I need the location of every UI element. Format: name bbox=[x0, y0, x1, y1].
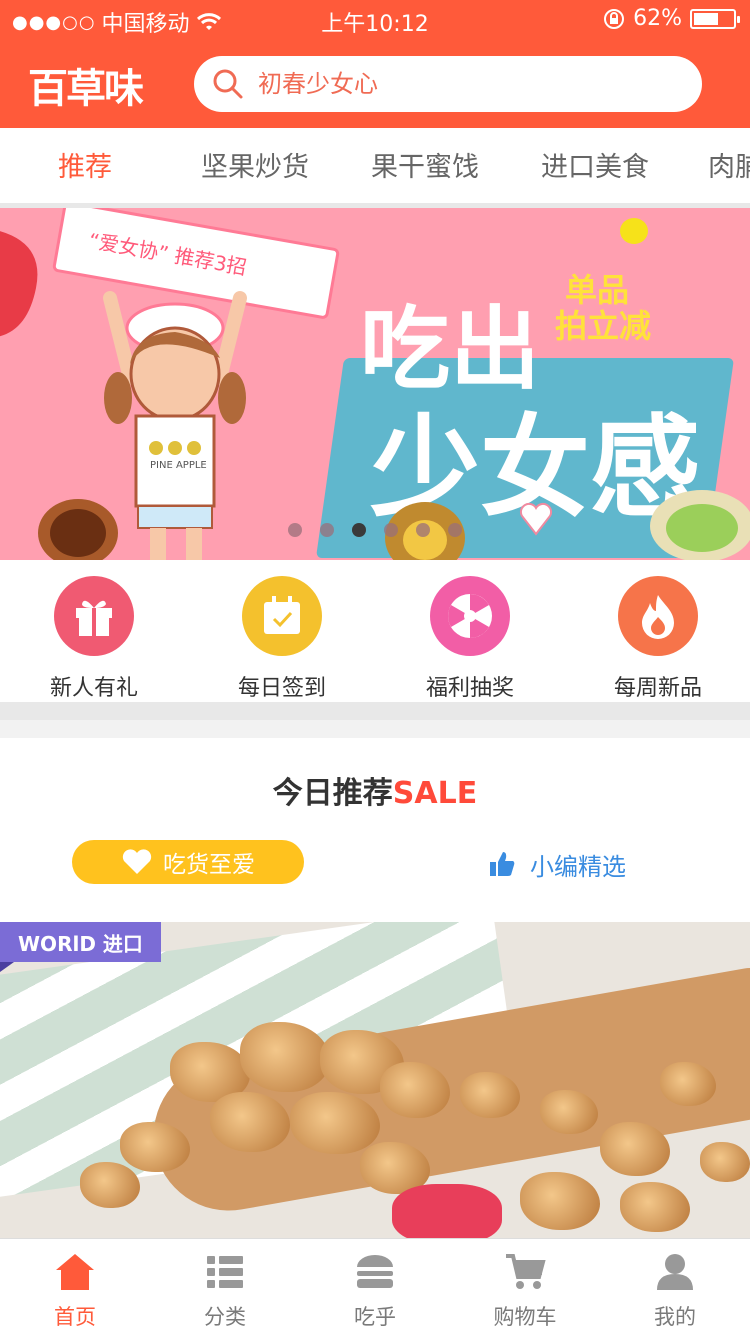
status-right: 62% bbox=[603, 6, 740, 31]
pistachio-illustration bbox=[650, 490, 750, 560]
heart-icon bbox=[122, 849, 152, 874]
tab-recommend[interactable]: 推荐 bbox=[0, 128, 170, 203]
tab-imported[interactable]: 进口美食 bbox=[510, 128, 680, 203]
quick-entry-label: 新人有礼 bbox=[49, 676, 138, 701]
section-title: 今日推荐SALE bbox=[0, 768, 750, 812]
home-icon bbox=[52, 1249, 98, 1295]
tabbar-label: 购物车 bbox=[493, 1305, 557, 1329]
tabbar-eat[interactable]: 吃乎 bbox=[300, 1239, 450, 1334]
quick-entry-daily-signin[interactable]: 每日签到 bbox=[188, 576, 376, 702]
tab-nuts[interactable]: 坚果炒货 bbox=[170, 128, 340, 203]
banner-promo-line1: 单品 bbox=[565, 271, 630, 309]
quick-entry-circle bbox=[618, 576, 698, 656]
granola-piece bbox=[540, 1090, 598, 1134]
brand-logo[interactable]: 百草味 bbox=[28, 56, 144, 114]
promo-banner[interactable]: “爱女协” 推荐3招 PINE APPLE 吃出 少女感 单品 拍立减 bbox=[0, 208, 750, 560]
burger-icon bbox=[352, 1249, 398, 1295]
banner-dot[interactable] bbox=[288, 523, 302, 537]
search-input[interactable] bbox=[258, 70, 678, 98]
banner-dot[interactable] bbox=[416, 523, 430, 537]
badge-corner bbox=[0, 962, 14, 972]
sale-label: SALE bbox=[392, 776, 478, 811]
quick-entry-label: 每周新品 bbox=[613, 676, 702, 701]
thumbs-up-icon bbox=[490, 852, 515, 876]
calendar-check-icon bbox=[264, 596, 300, 634]
today-recommend-section: 今日推荐SALE 吃货至爱 小编精选 bbox=[0, 738, 750, 922]
banner-dot[interactable] bbox=[320, 523, 334, 537]
tabbar-profile[interactable]: 我的 bbox=[600, 1239, 750, 1334]
banner-dot[interactable] bbox=[448, 523, 462, 537]
tab-jerky[interactable]: 肉脯 bbox=[680, 128, 750, 203]
tabbar-label: 吃乎 bbox=[354, 1305, 396, 1329]
quick-entry-circle bbox=[242, 576, 322, 656]
foodie-favorite-label: 吃货至爱 bbox=[163, 852, 255, 878]
banner-promo-line2: 拍立减 bbox=[555, 307, 652, 345]
rotation-lock-icon bbox=[604, 8, 625, 29]
quick-entry-lottery[interactable]: 福利抽奖 bbox=[376, 576, 564, 702]
granola-piece bbox=[520, 1172, 600, 1230]
quick-entry-label: 每日签到 bbox=[237, 676, 326, 701]
granola-piece bbox=[700, 1142, 750, 1182]
dried-strawberry-piece bbox=[392, 1184, 502, 1238]
quick-entry-row: 新人有礼 每日签到 福利抽奖 每周新品 bbox=[0, 560, 750, 720]
tab-dried-fruit[interactable]: 果干蜜饯 bbox=[340, 128, 510, 203]
tabbar-home[interactable]: 首页 bbox=[0, 1239, 150, 1334]
editor-pick-button[interactable]: 小编精选 bbox=[488, 846, 626, 882]
strawberry-illustration bbox=[0, 231, 38, 337]
tabbar-label: 首页 bbox=[54, 1305, 96, 1329]
banner-dot[interactable] bbox=[384, 523, 398, 537]
search-bar[interactable] bbox=[194, 56, 702, 112]
quick-entry-circle bbox=[54, 576, 134, 656]
tabbar-category[interactable]: 分类 bbox=[150, 1239, 300, 1334]
granola-piece bbox=[660, 1062, 716, 1106]
user-icon bbox=[652, 1249, 698, 1295]
product-card[interactable]: WORlD 进口 bbox=[0, 922, 750, 1238]
editor-pick-label: 小编精选 bbox=[530, 852, 626, 881]
banner-promo: 单品 拍立减 bbox=[555, 272, 651, 344]
tabbar-label: 分类 bbox=[204, 1305, 246, 1329]
quick-entry-weekly-new[interactable]: 每周新品 bbox=[564, 576, 750, 702]
category-list-icon bbox=[202, 1249, 248, 1295]
tabbar-label: 我的 bbox=[654, 1305, 696, 1329]
category-tabs: 推荐 坚果炒货 果干蜜饯 进口美食 肉脯 bbox=[0, 128, 750, 208]
quick-entry-circle bbox=[430, 576, 510, 656]
gift-icon bbox=[76, 600, 112, 636]
quick-entry-label: 福利抽奖 bbox=[425, 676, 514, 701]
battery-fill bbox=[694, 12, 718, 25]
import-badge: WORlD 进口 bbox=[0, 922, 161, 962]
foodie-favorite-button[interactable]: 吃货至爱 bbox=[72, 840, 304, 884]
top-header: 百草味 bbox=[0, 40, 750, 128]
cart-icon bbox=[502, 1249, 548, 1295]
shirt-text: PINE APPLE bbox=[150, 460, 207, 471]
status-bar: ●●●○○ 中国移动 上午10:12 62% bbox=[0, 0, 750, 40]
flame-icon bbox=[642, 595, 674, 639]
section-title-text: 今日推荐 bbox=[272, 776, 393, 811]
banner-pagination[interactable] bbox=[0, 522, 750, 541]
banner-dot[interactable] bbox=[352, 523, 366, 537]
bottom-tab-bar: 首页 分类 吃乎 购物车 我的 bbox=[0, 1238, 750, 1334]
battery-icon bbox=[690, 8, 740, 29]
quick-entry-new-user[interactable]: 新人有礼 bbox=[0, 576, 188, 702]
granola-piece bbox=[620, 1182, 690, 1232]
battery-percent: 62% bbox=[633, 6, 682, 31]
yellow-dot-decoration bbox=[620, 218, 648, 244]
lottery-wheel-icon bbox=[448, 594, 492, 638]
search-icon bbox=[213, 69, 243, 99]
tabbar-cart[interactable]: 购物车 bbox=[450, 1239, 600, 1334]
